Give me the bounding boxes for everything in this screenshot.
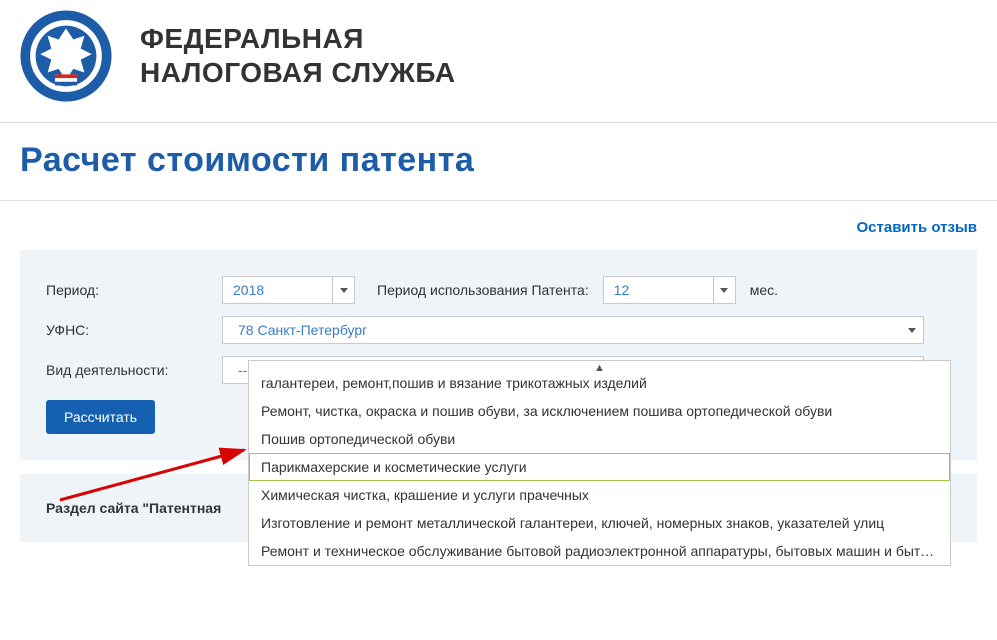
region-label: УФНС: [46,322,222,338]
dropdown-option[interactable]: Изготовление и ремонт металлической гала… [249,509,950,537]
usage-value: 12 [614,282,630,298]
calculate-button[interactable]: Рассчитать [46,400,155,434]
org-name-line1: ФЕДЕРАЛЬНАЯ [140,22,456,56]
org-name: ФЕДЕРАЛЬНАЯ НАЛОГОВАЯ СЛУЖБА [140,22,456,89]
form-panel: Период: 2018 Период использования Патент… [20,250,977,460]
feedback-row: Оставить отзыв [0,201,997,242]
row-region: УФНС: 78 Санкт-Петербург [46,316,951,344]
fns-logo [20,10,112,102]
caret-icon [332,277,354,303]
site-header: ФЕДЕРАЛЬНАЯ НАЛОГОВАЯ СЛУЖБА [0,0,997,123]
row-period: Период: 2018 Период использования Патент… [46,276,951,304]
period-select[interactable]: 2018 [222,276,355,304]
region-select[interactable]: 78 Санкт-Петербург [222,316,924,344]
feedback-link[interactable]: Оставить отзыв [857,219,978,236]
org-name-line2: НАЛОГОВАЯ СЛУЖБА [140,56,456,90]
scroll-up-icon[interactable]: ▲ [249,361,950,373]
usage-select[interactable]: 12 [603,276,736,304]
activity-dropdown: ▲ галантереи, ремонт,пошив и вязание три… [248,360,951,566]
period-value: 2018 [233,282,264,298]
usage-label: Период использования Патента: [377,282,589,298]
dropdown-option[interactable]: Химическая чистка, крашение и услуги пра… [249,481,950,509]
period-label: Период: [46,282,222,298]
usage-suffix: мес. [750,282,778,298]
activity-label: Вид деятельности: [46,362,222,378]
region-value: 78 Санкт-Петербург [238,322,367,338]
dropdown-option[interactable]: галантереи, ремонт,пошив и вязание трико… [249,373,950,397]
dropdown-option[interactable]: Ремонт, чистка, окраска и пошив обуви, з… [249,397,950,425]
dropdown-option[interactable]: Парикмахерские и косметические услуги [249,453,950,481]
page-title: Расчет стоимости патента [0,123,997,201]
dropdown-option[interactable]: Ремонт и техническое обслуживание бытово… [249,537,950,565]
caret-icon [713,277,735,303]
dropdown-option[interactable]: Пошив ортопедической обуви [249,425,950,453]
section-text: Раздел сайта "Патентная [46,500,221,516]
caret-icon [901,317,923,343]
